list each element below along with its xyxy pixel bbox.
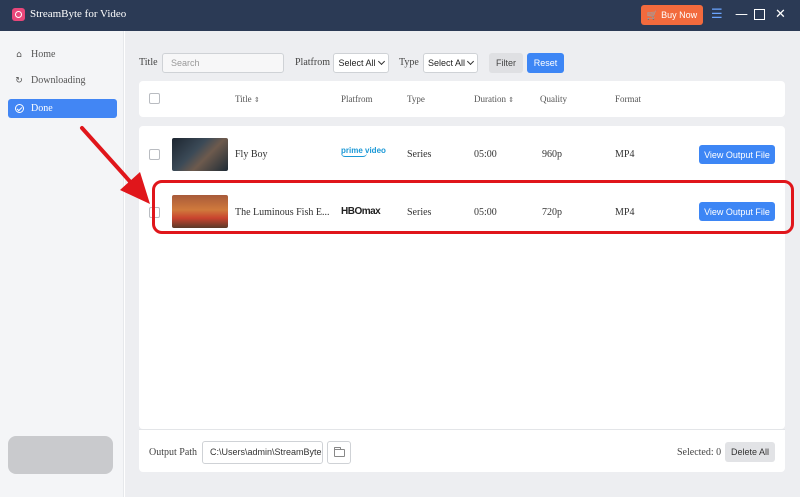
sidebar-promo-panel[interactable] bbox=[8, 436, 113, 474]
sidebar-item-label: Home bbox=[31, 49, 56, 60]
column-header-quality: Quality bbox=[540, 94, 567, 104]
menu-icon[interactable]: ☰ bbox=[711, 7, 723, 23]
output-path-label: Output Path bbox=[149, 447, 198, 458]
main-panel: Title Search Platfrom Select All Type Se… bbox=[125, 31, 800, 497]
download-icon: ↻ bbox=[15, 75, 23, 86]
buy-now-button[interactable]: 🛒 Buy Now bbox=[641, 5, 703, 25]
row-type: Series bbox=[407, 149, 432, 160]
column-header-duration[interactable]: Duration ⇕ bbox=[474, 94, 514, 104]
sidebar: ⌂ Home ↻ Downloading Done bbox=[0, 31, 124, 497]
table-row: Fly Boy prime video Series 05:00 960p MP… bbox=[139, 129, 785, 179]
sidebar-item-label: Downloading bbox=[31, 75, 86, 86]
sidebar-item-home[interactable]: ⌂ Home bbox=[8, 45, 117, 64]
sidebar-item-label: Done bbox=[31, 103, 53, 114]
column-header-label: Duration bbox=[474, 94, 506, 104]
column-header-title[interactable]: Title ⇕ bbox=[235, 94, 260, 104]
output-footer: Output Path C:\Users\admin\StreamByte Se… bbox=[139, 429, 785, 472]
prime-video-logo: prime video bbox=[341, 146, 386, 157]
row-duration: 05:00 bbox=[474, 149, 497, 160]
title-filter-label: Title bbox=[139, 57, 158, 68]
minimize-icon[interactable]: — bbox=[735, 7, 748, 23]
buy-now-label: Buy Now bbox=[661, 10, 698, 20]
highlight-box bbox=[152, 180, 794, 234]
type-filter-label: Type bbox=[399, 57, 419, 68]
table-body: Fly Boy prime video Series 05:00 960p MP… bbox=[139, 126, 785, 429]
app-logo-icon bbox=[12, 8, 25, 21]
sidebar-item-downloading[interactable]: ↻ Downloading bbox=[8, 71, 117, 90]
column-header-label: Title bbox=[235, 94, 252, 104]
row-checkbox[interactable] bbox=[149, 149, 160, 160]
title-bar: StreamByte for Video 🛒 Buy Now ☰ — ✕ bbox=[0, 0, 800, 31]
reset-button[interactable]: Reset bbox=[527, 53, 564, 73]
sort-icon: ⇕ bbox=[508, 96, 515, 104]
output-path-field[interactable]: C:\Users\admin\StreamByte bbox=[202, 441, 323, 464]
view-output-file-button[interactable]: View Output File bbox=[699, 145, 775, 164]
column-header-platform: Platfrom bbox=[341, 94, 373, 104]
maximize-icon[interactable] bbox=[754, 9, 765, 20]
platform-filter-label: Platfrom bbox=[295, 57, 330, 68]
close-icon[interactable]: ✕ bbox=[775, 7, 786, 23]
platform-select-value: Select All bbox=[338, 58, 376, 68]
row-format: MP4 bbox=[615, 149, 635, 160]
sidebar-item-done[interactable]: Done bbox=[8, 99, 117, 118]
platform-select[interactable]: Select All bbox=[333, 53, 389, 73]
delete-all-button[interactable]: Delete All bbox=[725, 442, 775, 462]
type-select[interactable]: Select All bbox=[423, 53, 478, 73]
chevron-down-icon bbox=[377, 57, 385, 66]
selected-count: Selected: 0 bbox=[677, 447, 722, 458]
row-title: Fly Boy bbox=[235, 149, 268, 160]
platform-name: prime video bbox=[341, 146, 386, 155]
browse-folder-button[interactable] bbox=[327, 441, 351, 464]
select-all-checkbox[interactable] bbox=[149, 93, 160, 104]
table-header: Title ⇕ Platfrom Type Duration ⇕ Quality… bbox=[139, 81, 785, 117]
check-circle-icon bbox=[14, 104, 24, 114]
row-quality: 960p bbox=[542, 149, 562, 160]
folder-icon bbox=[333, 446, 345, 457]
home-icon: ⌂ bbox=[16, 49, 22, 60]
sort-icon: ⇕ bbox=[253, 96, 260, 104]
type-select-value: Select All bbox=[427, 58, 466, 68]
video-thumbnail bbox=[172, 138, 228, 171]
chevron-down-icon bbox=[466, 57, 475, 66]
cart-icon: 🛒 bbox=[646, 9, 659, 20]
filter-button[interactable]: Filter bbox=[489, 53, 523, 73]
search-input[interactable]: Search bbox=[162, 53, 284, 73]
app-title: StreamByte for Video bbox=[30, 8, 127, 20]
column-header-type: Type bbox=[407, 94, 425, 104]
column-header-format: Format bbox=[615, 94, 641, 104]
